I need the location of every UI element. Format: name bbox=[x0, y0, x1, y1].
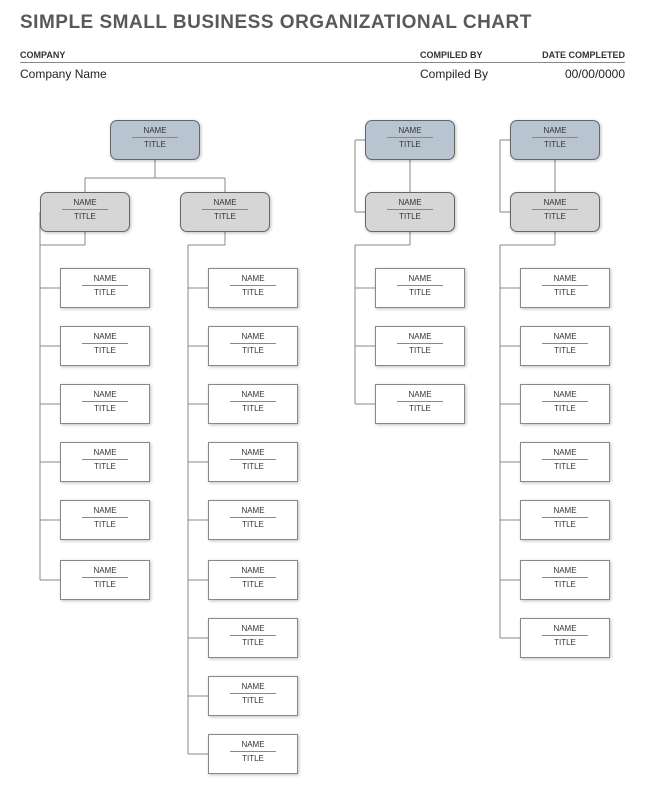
node-title: TITLE bbox=[376, 404, 464, 413]
node-name: NAME bbox=[376, 332, 464, 341]
node-name: NAME bbox=[366, 198, 454, 207]
org-node-leaf: NAME TITLE bbox=[520, 384, 610, 424]
org-node-leaf: NAME TITLE bbox=[208, 442, 298, 482]
node-name: NAME bbox=[61, 448, 149, 457]
org-node-mid: NAME TITLE bbox=[365, 192, 455, 232]
org-node-leaf: NAME TITLE bbox=[60, 500, 150, 540]
node-name: NAME bbox=[61, 332, 149, 341]
node-name: NAME bbox=[209, 506, 297, 515]
org-node-leaf: NAME TITLE bbox=[375, 384, 465, 424]
org-node-leaf: NAME TITLE bbox=[60, 442, 150, 482]
org-node-leaf: NAME TITLE bbox=[60, 384, 150, 424]
org-node-mid: NAME TITLE bbox=[510, 192, 600, 232]
node-title: TITLE bbox=[521, 580, 609, 589]
org-node-leaf: NAME TITLE bbox=[208, 734, 298, 774]
node-name: NAME bbox=[209, 274, 297, 283]
node-title: TITLE bbox=[111, 140, 199, 149]
node-title: TITLE bbox=[209, 580, 297, 589]
node-name: NAME bbox=[209, 448, 297, 457]
node-name: NAME bbox=[61, 506, 149, 515]
org-node-leaf: NAME TITLE bbox=[208, 268, 298, 308]
org-node-leaf: NAME TITLE bbox=[520, 618, 610, 658]
node-name: NAME bbox=[521, 624, 609, 633]
org-node-leaf: NAME TITLE bbox=[375, 326, 465, 366]
node-name: NAME bbox=[209, 332, 297, 341]
org-node-leaf: NAME TITLE bbox=[208, 500, 298, 540]
org-node-leaf: NAME TITLE bbox=[208, 384, 298, 424]
node-name: NAME bbox=[376, 390, 464, 399]
node-title: TITLE bbox=[376, 288, 464, 297]
node-title: TITLE bbox=[209, 696, 297, 705]
node-title: TITLE bbox=[61, 288, 149, 297]
node-title: TITLE bbox=[209, 754, 297, 763]
org-node-leaf: NAME TITLE bbox=[375, 268, 465, 308]
org-node-leaf: NAME TITLE bbox=[208, 326, 298, 366]
node-name: NAME bbox=[209, 740, 297, 749]
node-name: NAME bbox=[521, 274, 609, 283]
org-node-top: NAME TITLE bbox=[510, 120, 600, 160]
node-title: TITLE bbox=[521, 520, 609, 529]
node-name: NAME bbox=[521, 566, 609, 575]
org-node-leaf: NAME TITLE bbox=[520, 560, 610, 600]
node-title: TITLE bbox=[61, 520, 149, 529]
node-title: TITLE bbox=[366, 212, 454, 221]
org-node-mid: NAME TITLE bbox=[180, 192, 270, 232]
node-title: TITLE bbox=[209, 638, 297, 647]
node-title: TITLE bbox=[41, 212, 129, 221]
node-title: TITLE bbox=[521, 288, 609, 297]
node-title: TITLE bbox=[209, 404, 297, 413]
node-title: TITLE bbox=[181, 212, 269, 221]
node-name: NAME bbox=[521, 332, 609, 341]
node-title: TITLE bbox=[209, 346, 297, 355]
org-node-mid: NAME TITLE bbox=[40, 192, 130, 232]
node-name: NAME bbox=[511, 126, 599, 135]
node-name: NAME bbox=[181, 198, 269, 207]
node-name: NAME bbox=[209, 682, 297, 691]
org-node-leaf: NAME TITLE bbox=[60, 326, 150, 366]
node-title: TITLE bbox=[209, 288, 297, 297]
node-title: TITLE bbox=[209, 462, 297, 471]
node-name: NAME bbox=[521, 390, 609, 399]
node-title: TITLE bbox=[521, 638, 609, 647]
org-node-leaf: NAME TITLE bbox=[520, 500, 610, 540]
node-name: NAME bbox=[111, 126, 199, 135]
node-name: NAME bbox=[521, 448, 609, 457]
node-name: NAME bbox=[41, 198, 129, 207]
node-name: NAME bbox=[209, 566, 297, 575]
org-node-leaf: NAME TITLE bbox=[60, 560, 150, 600]
org-node-top: NAME TITLE bbox=[110, 120, 200, 160]
node-title: TITLE bbox=[511, 140, 599, 149]
node-title: TITLE bbox=[521, 462, 609, 471]
node-name: NAME bbox=[209, 390, 297, 399]
node-title: TITLE bbox=[61, 580, 149, 589]
node-title: TITLE bbox=[376, 346, 464, 355]
org-node-leaf: NAME TITLE bbox=[60, 268, 150, 308]
node-name: NAME bbox=[61, 566, 149, 575]
node-name: NAME bbox=[366, 126, 454, 135]
org-node-leaf: NAME TITLE bbox=[520, 442, 610, 482]
org-node-leaf: NAME TITLE bbox=[208, 560, 298, 600]
node-title: TITLE bbox=[511, 212, 599, 221]
node-name: NAME bbox=[376, 274, 464, 283]
org-node-top: NAME TITLE bbox=[365, 120, 455, 160]
node-name: NAME bbox=[521, 506, 609, 515]
node-name: NAME bbox=[61, 390, 149, 399]
node-title: TITLE bbox=[61, 462, 149, 471]
org-node-leaf: NAME TITLE bbox=[520, 268, 610, 308]
node-title: TITLE bbox=[521, 346, 609, 355]
org-node-leaf: NAME TITLE bbox=[208, 618, 298, 658]
node-title: TITLE bbox=[61, 346, 149, 355]
org-node-leaf: NAME TITLE bbox=[208, 676, 298, 716]
node-title: TITLE bbox=[366, 140, 454, 149]
node-title: TITLE bbox=[521, 404, 609, 413]
node-title: TITLE bbox=[61, 404, 149, 413]
org-chart-canvas: NAME TITLE NAME TITLE NAME TITLE NAME TIT… bbox=[0, 0, 645, 805]
node-name: NAME bbox=[511, 198, 599, 207]
node-name: NAME bbox=[61, 274, 149, 283]
node-title: TITLE bbox=[209, 520, 297, 529]
org-node-leaf: NAME TITLE bbox=[520, 326, 610, 366]
node-name: NAME bbox=[209, 624, 297, 633]
